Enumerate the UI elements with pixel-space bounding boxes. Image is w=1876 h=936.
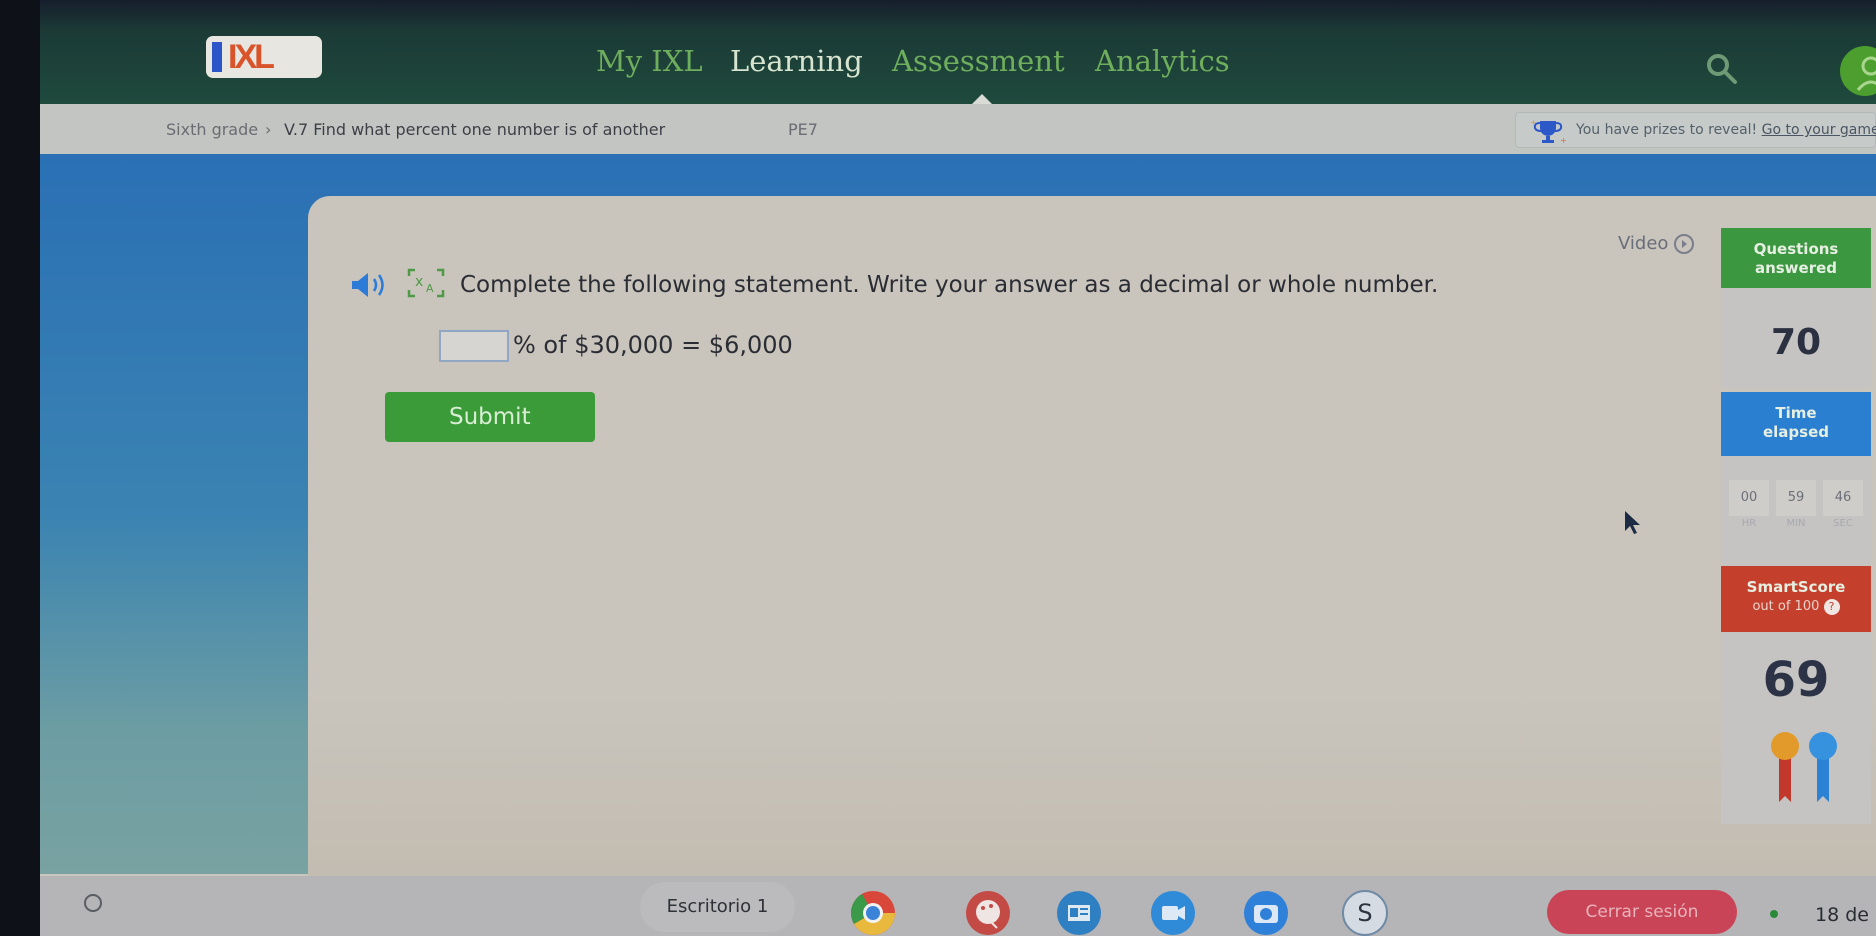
- questions-label-2: answered: [1754, 259, 1838, 277]
- time-elapsed-body: 00 59 46 HR MIN SEC: [1721, 456, 1871, 568]
- s-app-icon[interactable]: S: [1342, 890, 1388, 936]
- nav-my-ixl[interactable]: My IXL: [596, 44, 703, 78]
- logout-button[interactable]: Cerrar sesión: [1547, 890, 1737, 934]
- smartscore-value: 69: [1762, 652, 1830, 708]
- award-ribbons-icon: [1771, 732, 1837, 802]
- taskbar: Escritorio 1 S Cerrar sesión 18 de: [40, 876, 1876, 936]
- play-icon: [1674, 233, 1695, 254]
- trophy-icon: + +: [1530, 118, 1567, 145]
- smartscore-sublabel-row: out of 100 ?: [1721, 597, 1871, 616]
- smartscore-label: SmartScore: [1746, 578, 1846, 596]
- time-hours: 00: [1729, 480, 1769, 516]
- svg-text:+: +: [1530, 118, 1537, 127]
- minutes-label: MIN: [1786, 518, 1806, 529]
- questions-answered-body: 70: [1721, 288, 1871, 388]
- translate-icon[interactable]: x A: [406, 266, 446, 300]
- logo-bar: [212, 42, 222, 72]
- video-call-icon[interactable]: [1150, 890, 1196, 936]
- smartscore-header: SmartScore out of 100 ?: [1721, 566, 1871, 632]
- nav-learning[interactable]: Learning: [730, 44, 863, 78]
- paint-icon[interactable]: [965, 890, 1011, 936]
- questions-label-1: Questions: [1753, 240, 1839, 258]
- time-minutes: 59: [1776, 480, 1816, 516]
- info-icon[interactable]: ?: [1823, 598, 1840, 615]
- question-instruction: Complete the following statement. Write …: [460, 272, 1439, 298]
- speaker-icon[interactable]: [348, 270, 394, 300]
- launcher-icon[interactable]: [84, 894, 102, 912]
- slides-icon[interactable]: [1056, 890, 1102, 936]
- chrome-icon[interactable]: [850, 890, 896, 936]
- nav-analytics[interactable]: Analytics: [1095, 44, 1230, 78]
- time-label-1: Time: [1775, 404, 1817, 422]
- questions-answered-header: Questions answered: [1721, 228, 1871, 288]
- video-link[interactable]: Video: [1618, 233, 1695, 254]
- prize-text: You have prizes to reveal! Go to your ga…: [1576, 122, 1876, 138]
- active-nav-indicator: [972, 94, 992, 104]
- desk-label[interactable]: Escritorio 1: [640, 882, 795, 932]
- answer-input[interactable]: [439, 330, 509, 362]
- camera-icon[interactable]: [1243, 890, 1289, 936]
- breadcrumb: Sixth grade › V.7 Find what percent one …: [40, 104, 1876, 154]
- svg-text:A: A: [426, 282, 434, 295]
- equation: % of $30,000 = $6,000: [513, 331, 793, 359]
- smartscore-body: 69: [1721, 632, 1871, 824]
- ixl-logo[interactable]: IXL: [206, 36, 322, 78]
- screen: IXL My IXL Learning Assessment Analytics…: [40, 0, 1876, 936]
- time-seconds: 46: [1823, 480, 1863, 516]
- mouse-cursor-icon: [1625, 511, 1640, 534]
- hours-label: HR: [1741, 518, 1757, 529]
- time-elapsed-header: Time elapsed: [1721, 392, 1871, 456]
- top-nav: IXL My IXL Learning Assessment Analytics: [40, 0, 1876, 104]
- svg-text:x: x: [415, 274, 423, 290]
- submit-button[interactable]: Submit: [385, 392, 595, 442]
- search-icon[interactable]: [1705, 52, 1739, 86]
- date-display[interactable]: 18 de: [1815, 904, 1869, 926]
- prize-message: You have prizes to reveal!: [1576, 122, 1758, 138]
- skill-code: PE7: [788, 120, 818, 139]
- breadcrumb-grade[interactable]: Sixth grade: [166, 120, 258, 139]
- breadcrumb-skill: V.7 Find what percent one number is of a…: [284, 120, 666, 139]
- questions-answered-value: 70: [1770, 322, 1822, 363]
- breadcrumb-separator-icon: ›: [265, 120, 272, 139]
- prize-banner: + + You have prizes to reveal! Go to you…: [1515, 112, 1876, 148]
- svg-text:+: +: [1560, 136, 1567, 145]
- logo-text: IXL: [228, 38, 275, 76]
- nav-assessment[interactable]: Assessment: [892, 44, 1065, 78]
- smartscore-sublabel: out of 100: [1752, 599, 1820, 614]
- time-label-2: elapsed: [1762, 423, 1829, 441]
- video-label: Video: [1618, 233, 1669, 254]
- card-shadow: [308, 690, 1876, 876]
- game-board-link[interactable]: Go to your game board: [1762, 122, 1876, 138]
- seconds-label: SEC: [1833, 518, 1853, 529]
- user-avatar-icon[interactable]: [1840, 46, 1876, 96]
- network-status-icon: [1770, 910, 1778, 918]
